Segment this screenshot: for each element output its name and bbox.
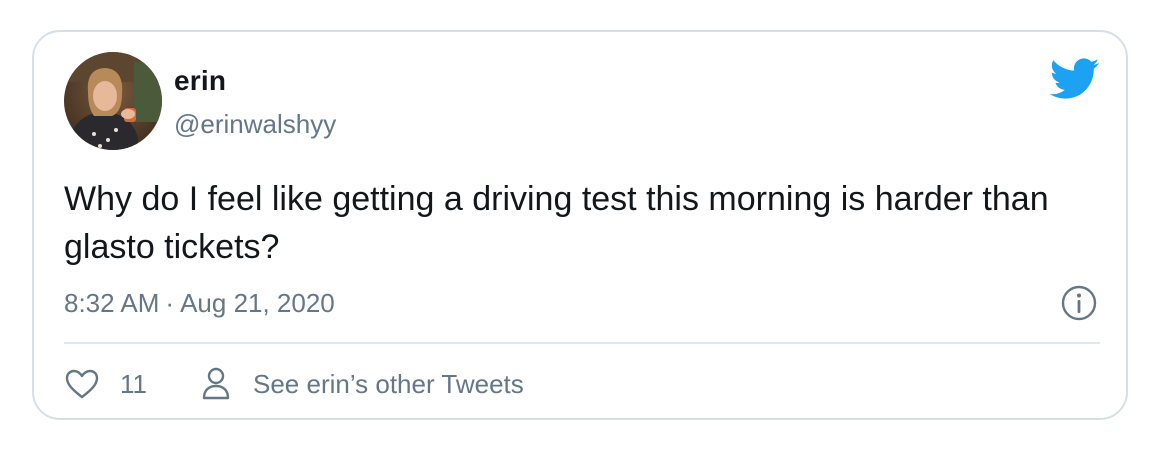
tweet-card[interactable]: erin @erinwalshyy Why do I feel like get…: [32, 30, 1128, 420]
tweet-text: Why do I feel like getting a driving tes…: [64, 180, 1049, 266]
timestamp-separator: ·: [165, 288, 175, 318]
divider: [64, 342, 1100, 344]
see-other-tweets-link[interactable]: See erin’s other Tweets: [253, 369, 524, 400]
author-handle[interactable]: @erinwalshyy: [174, 109, 336, 140]
timestamp[interactable]: 8:32 AM · Aug 21, 2020: [64, 288, 335, 319]
author-name[interactable]: erin: [174, 65, 226, 97]
tweet-date[interactable]: Aug 21, 2020: [180, 288, 335, 318]
twitter-bird-icon[interactable]: [1050, 58, 1100, 100]
info-icon[interactable]: [1060, 284, 1098, 322]
tweet-time[interactable]: 8:32 AM: [64, 288, 159, 318]
avatar[interactable]: [64, 52, 162, 150]
heart-icon[interactable]: [64, 368, 100, 400]
like-count[interactable]: 11: [120, 369, 147, 400]
tweet-actions: 11 See erin’s other Tweets: [64, 366, 524, 402]
person-icon[interactable]: [201, 367, 231, 401]
